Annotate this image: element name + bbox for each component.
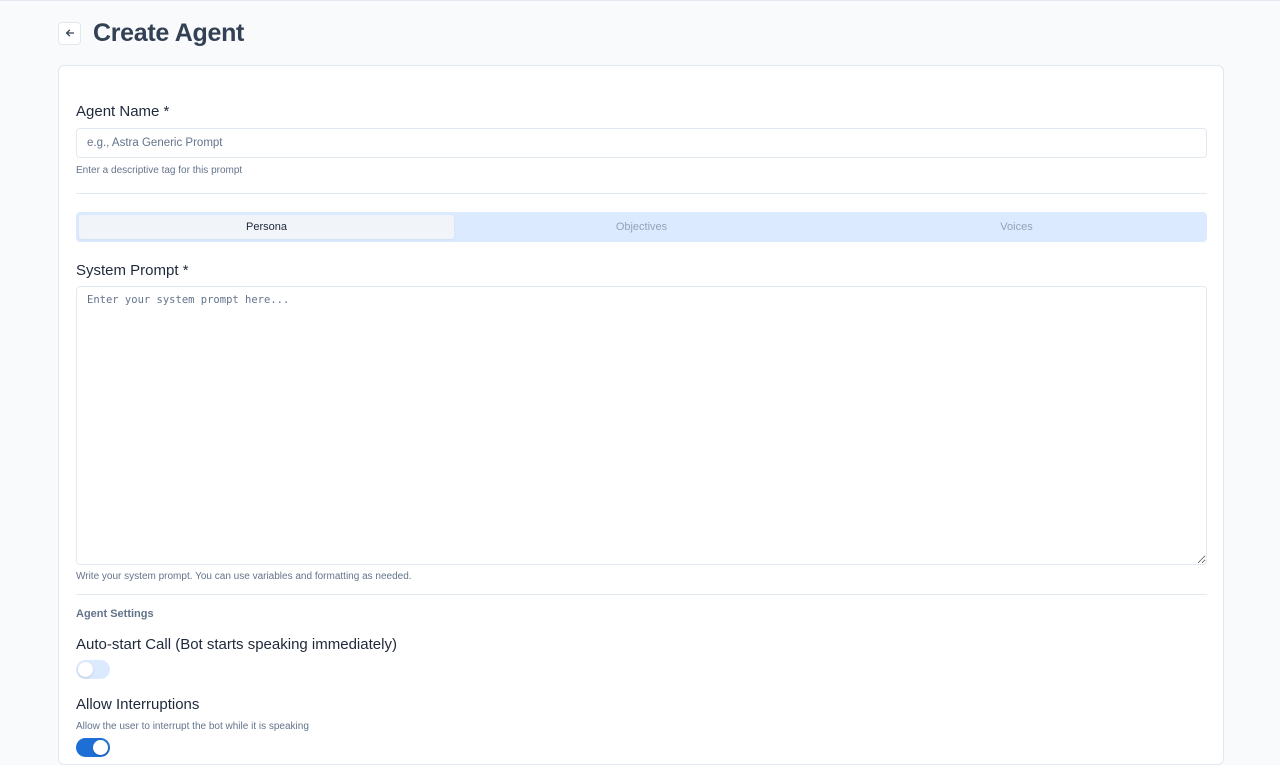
back-button[interactable] [58, 21, 81, 45]
agent-name-hint: Enter a descriptive tag for this prompt [76, 165, 243, 176]
tab-objectives[interactable]: Objectives [454, 215, 829, 239]
auto-start-label: Auto-start Call (Bot starts speaking imm… [76, 636, 397, 653]
page-title: Create Agent [93, 18, 245, 47]
agent-name-label: Agent Name * [76, 103, 170, 120]
section-divider [76, 193, 1207, 194]
section-divider [76, 594, 1207, 595]
system-prompt-label: System Prompt * [76, 262, 189, 279]
arrow-left-icon [65, 29, 74, 37]
tab-voices[interactable]: Voices [829, 215, 1204, 239]
tab-persona[interactable]: Persona [79, 215, 454, 239]
toggle-knob [78, 662, 93, 677]
interruptions-hint: Allow the user to interrupt the bot whil… [76, 721, 309, 732]
toggle-knob [93, 740, 108, 755]
interruptions-label: Allow Interruptions [76, 696, 200, 713]
system-prompt-textarea[interactable] [76, 286, 1207, 565]
agent-name-input[interactable] [76, 128, 1207, 158]
top-border [0, 0, 1280, 1]
agent-form-card: Agent Name * Enter a descriptive tag for… [58, 65, 1224, 765]
prompt-tabs: Persona Objectives Voices [76, 212, 1207, 242]
system-prompt-hint: Write your system prompt. You can use va… [76, 571, 412, 582]
interruptions-toggle[interactable] [76, 738, 110, 757]
auto-start-toggle[interactable] [76, 660, 110, 679]
page-header: Create Agent [58, 18, 244, 48]
agent-settings-title: Agent Settings [76, 608, 154, 620]
